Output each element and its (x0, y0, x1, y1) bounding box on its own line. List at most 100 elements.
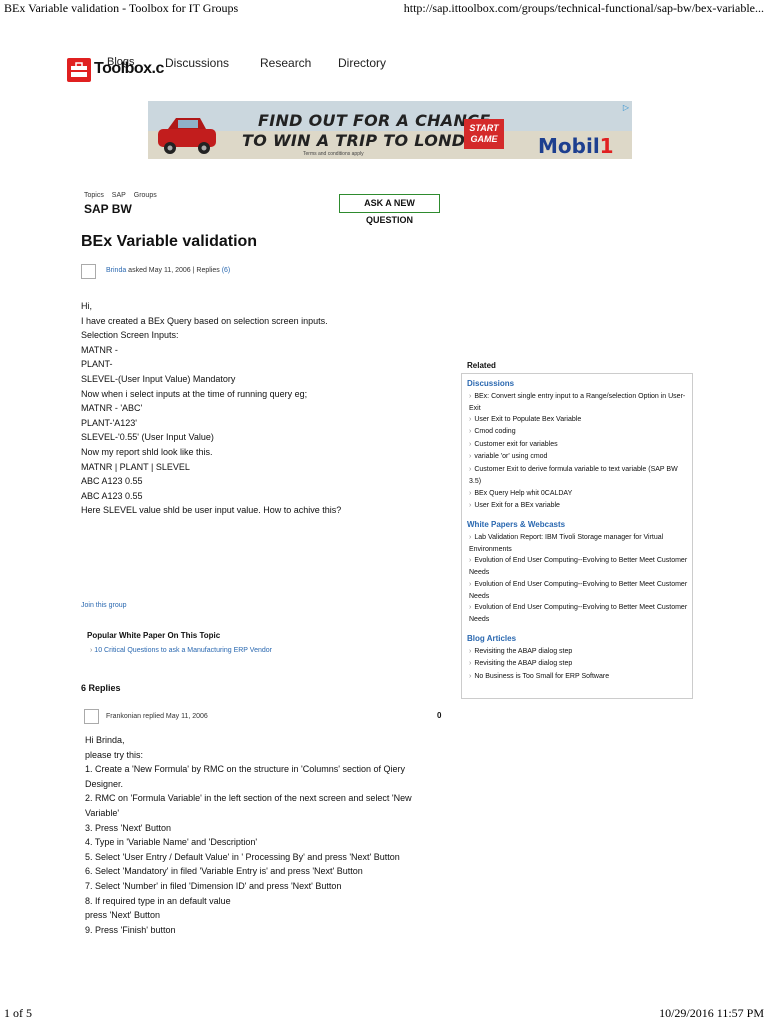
white-paper-text[interactable]: Evolution of End User Computing--Evolvin… (469, 604, 687, 623)
blog-article-link[interactable]: › Revisiting the ABAP dialog step (469, 658, 689, 670)
white-paper-text[interactable]: Evolution of End User Computing--Evolvin… (469, 581, 687, 600)
popular-link-text[interactable]: 10 Critical Questions to ask a Manufactu… (94, 647, 272, 654)
print-header: BEx Variable validation - Toolbox for IT… (4, 1, 764, 17)
blog-article-text[interactable]: Revisiting the ABAP dialog step (474, 648, 572, 655)
blog-article-link[interactable]: › No Business is Too Small for ERP Softwa… (469, 671, 689, 683)
post-line: ABC A123 0.55 (81, 476, 143, 487)
post-line: Now when i select inputs at the time of … (81, 388, 308, 399)
ad-headline: FIND OUT FOR A CHANCE TO WIN A TRIP TO L… (242, 111, 501, 151)
post-line: Here SLEVEL value shld be user input val… (81, 505, 342, 516)
blog-article-text[interactable]: No Business is Too Small for ERP Softwar… (474, 673, 609, 680)
chevron-right-icon: › (469, 441, 472, 448)
related-discussion-link[interactable]: › Cmod coding (469, 426, 689, 438)
adchoices-icon[interactable]: ▷ (623, 103, 629, 112)
related-discussion-link[interactable]: › Customer Exit to derive formula variabl… (469, 464, 689, 487)
nav-discussions[interactable]: Discussions (165, 56, 229, 70)
related-discussion-link[interactable]: › BEx: Convert single entry input to a Ra… (469, 391, 689, 414)
white-paper-link[interactable]: › Evolution of End User Computing--Evolvi… (469, 579, 689, 602)
white-paper-text[interactable]: Evolution of End User Computing--Evolvin… (469, 557, 687, 576)
top-navigation: Blogs Toolbox.c Discussions Research Dir… (67, 52, 467, 86)
breadcrumb-topics[interactable]: Topics (84, 192, 104, 199)
post-body: Hi, I have created a BEx Query based on … (81, 299, 341, 518)
reply-line: 3. Press 'Next' Button (85, 822, 171, 833)
white-paper-link[interactable]: › Evolution of End User Computing--Evolvi… (469, 555, 689, 578)
chevron-right-icon: › (469, 428, 472, 435)
post-line: Now my report shld look like this. (81, 446, 213, 457)
post-line: SLEVEL-(User Input Value) Mandatory (81, 373, 236, 384)
print-url: http://sap.ittoolbox.com/groups/technica… (403, 1, 764, 15)
related-discussion-text[interactable]: User Exit for a BEx variable (474, 502, 560, 509)
reply-line: 7. Select 'Number' in filed 'Dimension I… (85, 880, 342, 891)
related-discussion-link[interactable]: › User Exit to Populate Bex Variable (469, 414, 689, 426)
related-discussion-link[interactable]: › Customer exit for variables (469, 439, 689, 451)
related-discussion-link[interactable]: › variable 'or' using cmod (469, 451, 689, 463)
blog-article-link[interactable]: › Revisiting the ABAP dialog step (469, 646, 689, 658)
related-discussion-text[interactable]: Cmod coding (474, 428, 515, 435)
print-footer: 1 of 5 10/29/2016 11:57 PM (4, 1006, 764, 1022)
related-discussion-text[interactable]: BEx Query Help whit 0CALDAY (474, 490, 572, 497)
chevron-right-icon: › (469, 534, 472, 541)
start-label: START (469, 123, 499, 133)
chevron-right-icon: › (469, 604, 472, 611)
related-discussion-text[interactable]: BEx: Convert single entry input to a Ran… (469, 393, 685, 412)
related-discussions-heading: Discussions (467, 379, 515, 388)
logo-text[interactable]: Toolbox.c (94, 60, 164, 78)
post-meta: Brinda asked May 11, 2006 | Replies (6) (106, 267, 230, 274)
ad-banner[interactable]: FIND OUT FOR A CHANCE TO WIN A TRIP TO L… (148, 101, 632, 159)
reply-line: 2. RMC on 'Formula Variable' in the left… (85, 793, 412, 804)
related-discussion-link[interactable]: › User Exit for a BEx variable (469, 500, 689, 512)
reply-vote-count: 0 (437, 711, 442, 720)
author-link[interactable]: Brinda (106, 267, 126, 274)
nav-research[interactable]: Research (260, 56, 311, 70)
reply-line: Designer. (85, 778, 124, 789)
replies-heading: 6 Replies (81, 683, 121, 693)
related-discussion-text[interactable]: Customer exit for variables (474, 441, 557, 448)
avatar[interactable] (84, 709, 99, 724)
chevron-right-icon: › (469, 393, 472, 400)
reply-line: 5. Select 'User Entry / Default Value' i… (85, 851, 400, 862)
white-paper-link[interactable]: › Lab Validation Report: IBM Tivoli Stora… (469, 532, 689, 555)
page-title: BEx Variable validation (81, 233, 258, 250)
reply-line: 8. If required type in an default value (85, 895, 231, 906)
chevron-right-icon: › (469, 660, 472, 667)
related-discussion-text[interactable]: Customer Exit to derive formula variable… (469, 466, 678, 485)
chevron-right-icon: › (469, 502, 472, 509)
reply-body: Hi Brinda, please try this: 1. Create a … (85, 733, 412, 937)
replies-link[interactable]: (6) (222, 267, 231, 274)
reply-line: please try this: (85, 749, 144, 760)
avatar[interactable] (81, 264, 96, 279)
reply-line: Hi Brinda, (85, 735, 125, 745)
related-heading: Related (467, 361, 496, 370)
post-line: PLANT- (81, 359, 113, 370)
chevron-right-icon: › (469, 581, 472, 588)
popular-white-paper-link[interactable]: › 10 Critical Questions to ask a Manufac… (90, 647, 272, 654)
post-line: Hi, (81, 301, 92, 311)
breadcrumb-groups[interactable]: Groups (134, 192, 157, 199)
related-discussion-text[interactable]: variable 'or' using cmod (474, 453, 547, 460)
blog-article-text[interactable]: Revisiting the ABAP dialog step (474, 660, 572, 667)
chevron-right-icon: › (469, 453, 472, 460)
chevron-right-icon: › (469, 490, 472, 497)
chevron-right-icon: › (469, 466, 472, 473)
breadcrumb-sap[interactable]: SAP (112, 192, 126, 199)
print-title: BEx Variable validation - Toolbox for IT… (4, 1, 239, 15)
post-asked-date: asked May 11, 2006 | Replies (126, 267, 222, 274)
white-paper-text[interactable]: Lab Validation Report: IBM Tivoli Storag… (469, 534, 663, 553)
white-paper-link[interactable]: › Evolution of End User Computing--Evolvi… (469, 602, 689, 625)
related-discussion-link[interactable]: › BEx Query Help whit 0CALDAY (469, 488, 689, 500)
start-game-button[interactable]: START GAME (464, 119, 504, 149)
reply-meta: Frankonian replied May 11, 2006 (106, 713, 208, 720)
ask-new-question-button[interactable]: ASK A NEW QUESTION (339, 194, 440, 225)
join-group-link[interactable]: Join this group (81, 602, 127, 609)
chevron-right-icon: › (90, 647, 93, 654)
related-discussion-text[interactable]: User Exit to Populate Bex Variable (474, 416, 581, 423)
post-line: Selection Screen Inputs: (81, 330, 179, 341)
post-line: MATNR | PLANT | SLEVEL (81, 461, 190, 472)
reply-line: Variable' (85, 807, 120, 818)
reply-line: 6. Select 'Mandatory' in filed 'Variable… (85, 866, 363, 877)
post-line: MATNR - (81, 344, 118, 355)
toolbox-logo-icon[interactable] (67, 58, 91, 82)
post-line: ABC A123 0.55 (81, 490, 143, 501)
nav-directory[interactable]: Directory (338, 56, 386, 70)
ad-headline-line-2: TO WIN A TRIP TO LONDON! (242, 131, 501, 150)
